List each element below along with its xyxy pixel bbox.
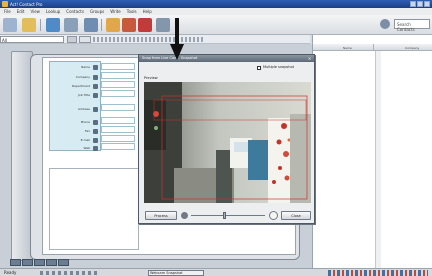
field-row-phone: Phone [50, 119, 102, 126]
group-select[interactable]: All [0, 36, 64, 43]
building-icon [93, 75, 98, 80]
title-bar: Act! Contact Pro [0, 0, 432, 8]
search-icon[interactable] [380, 19, 390, 29]
view-button[interactable] [79, 36, 91, 43]
close-window-icon[interactable] [424, 1, 430, 7]
brightness-slider-thumb[interactable] [222, 212, 226, 219]
list-header: Name Company [313, 44, 432, 51]
field-row-address: Address [50, 106, 102, 113]
dialog-title-bar: Snap from Live Cam - Snapshot × [139, 55, 314, 62]
field-label: Phone [80, 120, 90, 124]
tab-history[interactable] [22, 259, 33, 266]
tab-opportunities[interactable] [46, 259, 57, 266]
close-button[interactable]: Close [281, 211, 311, 220]
field-row-email: E-mail [50, 137, 102, 144]
brightness-low-icon [181, 212, 188, 219]
brightness-slider[interactable] [191, 215, 265, 216]
mail-icon [93, 138, 98, 143]
field-label: Name [81, 65, 90, 69]
close-icon[interactable]: × [307, 56, 312, 61]
tray-icons [328, 270, 428, 276]
web-field[interactable] [101, 143, 135, 150]
history-icon[interactable] [122, 18, 136, 32]
field-label: Department [71, 84, 90, 88]
window-controls [410, 1, 430, 7]
preview-label: Preview [144, 76, 158, 80]
application-window: Act! Contact Pro File Edit View Lookup C… [0, 0, 432, 276]
field-row-web: Web [50, 145, 102, 152]
open-folder-icon[interactable] [22, 18, 36, 32]
camera-preview [144, 82, 311, 203]
taskbar-item[interactable]: Webcam Snapshot [148, 270, 204, 276]
fax-icon [93, 129, 98, 134]
field-row-job-title: Job Title [50, 92, 102, 99]
globe-icon [93, 146, 98, 151]
fax-field[interactable] [101, 126, 135, 133]
toolbar-divider [101, 19, 102, 31]
phone-field[interactable] [101, 117, 135, 124]
field-label: Web [83, 146, 90, 150]
multiple-snapshot-checkbox[interactable] [257, 66, 261, 70]
field-label: Company [75, 75, 90, 79]
address-field[interactable] [101, 104, 135, 111]
go-button[interactable] [67, 36, 77, 43]
column-header-name[interactable]: Name [343, 46, 352, 50]
column-header-company[interactable]: Company [405, 46, 419, 50]
field-row-department: Department [50, 83, 102, 90]
process-button[interactable]: Process [145, 211, 177, 220]
print-icon[interactable] [156, 18, 170, 32]
record-icon[interactable] [138, 18, 152, 32]
field-label: E-mail [80, 138, 90, 142]
star-icon [93, 93, 98, 98]
minimize-icon[interactable] [410, 1, 416, 7]
contact-field-panel: Name Company Department Job Title Addres… [49, 61, 101, 151]
field-label: Job Title [77, 93, 90, 97]
multiple-snapshot-label: Multiple snapshot [263, 65, 294, 69]
maximize-icon[interactable] [417, 1, 423, 7]
bottom-tab-strip [10, 259, 100, 267]
group-icon [93, 84, 98, 89]
list-scrollbar[interactable] [375, 51, 381, 268]
notes-area[interactable] [49, 168, 139, 250]
email-field[interactable] [101, 135, 135, 142]
tab-documents[interactable] [58, 259, 69, 266]
field-label: Address [78, 107, 90, 111]
status-details [40, 271, 100, 275]
address-bar: All [0, 35, 310, 44]
search-input[interactable]: Search Contacts [394, 19, 430, 32]
home-icon [93, 107, 98, 112]
brightness-high-icon [269, 211, 278, 220]
field-row-company: Company [50, 74, 102, 81]
record-path [93, 37, 203, 42]
job-title-field[interactable] [101, 90, 135, 97]
status-text: Ready [4, 270, 17, 275]
filter-icon[interactable] [64, 18, 78, 32]
camera-frame-image [144, 82, 311, 203]
window-title: Act! Contact Pro [10, 2, 43, 7]
tab-notes[interactable] [10, 259, 21, 266]
webcam-snapshot-dialog: Snap from Live Cam - Snapshot × Multiple… [138, 54, 315, 224]
status-bar: Ready Webcam Snapshot [0, 268, 432, 276]
name-field[interactable] [101, 63, 135, 70]
search-tool-icon[interactable] [84, 18, 98, 32]
person-icon [93, 65, 98, 70]
lookup-icon[interactable] [46, 18, 60, 32]
field-label: Fax [84, 129, 90, 133]
phone-icon [93, 120, 98, 125]
menu-bar: File Edit View Lookup Contacts Groups Wr… [0, 8, 432, 15]
column-divider[interactable] [373, 44, 374, 51]
notes-icon[interactable] [106, 18, 120, 32]
app-logo-icon [2, 1, 8, 7]
contact-list-icon[interactable] [3, 18, 17, 32]
field-row-fax: Fax [50, 128, 102, 135]
department-field[interactable] [101, 81, 135, 88]
contact-list-panel: Name Company [312, 35, 432, 268]
toolbar: Search Contacts [0, 15, 432, 35]
company-field[interactable] [101, 72, 135, 79]
annotation-arrow-icon [170, 18, 184, 60]
toolbar-divider [40, 19, 41, 31]
field-row-name: Name [50, 64, 102, 71]
tab-activities[interactable] [34, 259, 45, 266]
